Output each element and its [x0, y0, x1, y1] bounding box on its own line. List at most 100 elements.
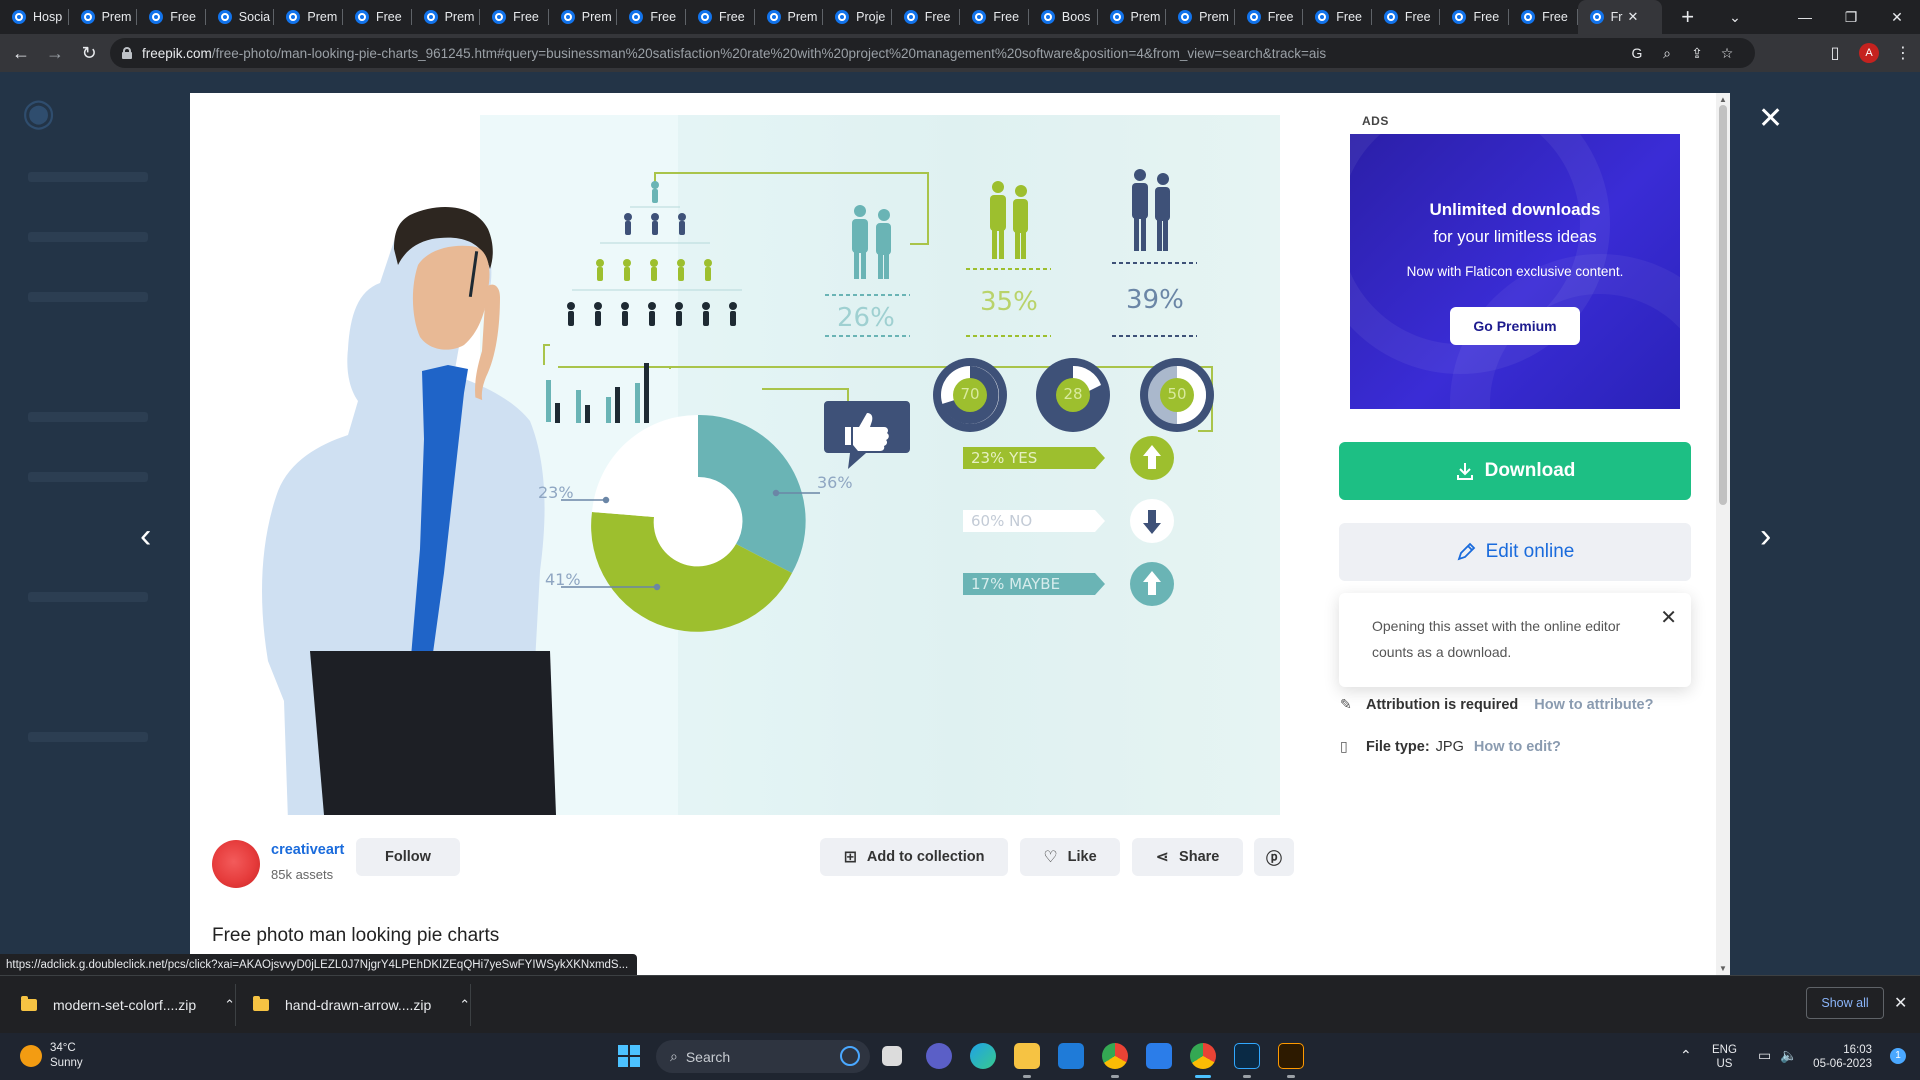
- teams-chat-icon[interactable]: [926, 1043, 952, 1069]
- browser-tab[interactable]: Prem: [1098, 0, 1167, 34]
- show-all-button[interactable]: Show all: [1806, 987, 1884, 1019]
- scrollbar-thumb[interactable]: [1719, 105, 1727, 505]
- bookmark-star-icon[interactable]: ☆: [1719, 45, 1735, 61]
- tab-search-chevron-icon[interactable]: ⌄: [1712, 9, 1758, 26]
- lock-icon[interactable]: [122, 47, 132, 59]
- browser-tab[interactable]: Free: [480, 0, 549, 34]
- download-item[interactable]: hand-drawn-arrow....zip ⌃: [253, 976, 470, 1034]
- author-avatar[interactable]: [212, 840, 260, 888]
- freepik-favicon-icon: [80, 10, 95, 24]
- edit-online-button[interactable]: Edit online: [1339, 523, 1691, 581]
- percent-36-label: 36%: [817, 473, 853, 492]
- browser-tab[interactable]: Free: [892, 0, 961, 34]
- running-indicator: [1287, 1075, 1295, 1078]
- modal-scrollbar[interactable]: ▲ ▼: [1716, 93, 1730, 975]
- browser-tab[interactable]: Prem: [69, 0, 138, 34]
- browser-tab[interactable]: Hosp: [0, 0, 69, 34]
- photoshop-icon[interactable]: [1234, 1043, 1260, 1069]
- go-premium-button[interactable]: Go Premium: [1450, 307, 1580, 345]
- scroll-up-icon[interactable]: ▲: [1719, 95, 1727, 104]
- mail-icon[interactable]: [1146, 1043, 1172, 1069]
- google-lens-icon[interactable]: G: [1629, 45, 1645, 61]
- browser-tab[interactable]: Prem: [549, 0, 618, 34]
- windows-start-icon[interactable]: [618, 1045, 640, 1067]
- browser-tab[interactable]: Free: [1235, 0, 1304, 34]
- address-bar[interactable]: freepik.com/free-photo/man-looking-pie-c…: [110, 38, 1755, 68]
- download-button[interactable]: Download: [1339, 442, 1691, 500]
- follow-button[interactable]: Follow: [356, 838, 460, 876]
- browser-tab[interactable]: Free: [617, 0, 686, 34]
- language-indicator[interactable]: ENG US: [1712, 1043, 1737, 1071]
- share-button[interactable]: ⋖ Share: [1132, 838, 1243, 876]
- author-name[interactable]: creativeart: [271, 842, 344, 858]
- illustrator-icon[interactable]: [1278, 1043, 1304, 1069]
- side-panel-icon[interactable]: ▯: [1818, 43, 1852, 63]
- language-line1: ENG: [1712, 1044, 1737, 1056]
- close-downloads-icon[interactable]: ✕: [1894, 993, 1907, 1013]
- browser-tab[interactable]: Free: [1440, 0, 1509, 34]
- browser-tab[interactable]: Free: [686, 0, 755, 34]
- premium-ad-banner[interactable]: Unlimited downloads for your limitless i…: [1350, 134, 1680, 409]
- network-icon[interactable]: ▭: [1758, 1047, 1771, 1064]
- browser-tab[interactable]: Proje: [823, 0, 892, 34]
- clock[interactable]: 16:03 05-06-2023: [1808, 1043, 1872, 1071]
- chevron-up-icon[interactable]: ⌃: [224, 997, 235, 1013]
- next-image-arrow-icon[interactable]: ›: [1760, 517, 1771, 556]
- bing-icon[interactable]: [840, 1046, 860, 1066]
- back-button[interactable]: ←: [4, 43, 38, 64]
- previous-image-arrow-icon[interactable]: ‹: [140, 517, 151, 556]
- tab-label: Proje: [856, 10, 886, 24]
- weather-widget[interactable]: 34°C Sunny: [20, 1041, 83, 1071]
- chevron-up-icon[interactable]: ⌃: [459, 997, 470, 1013]
- browser-tab[interactable]: Socia: [206, 0, 275, 34]
- taskbar-search[interactable]: ⌕ Search: [656, 1040, 870, 1073]
- browser-tab[interactable]: Free: [1509, 0, 1578, 34]
- add-to-collection-button[interactable]: ⊞ Add to collection: [820, 838, 1008, 876]
- modal-close-icon[interactable]: ✕: [1758, 104, 1783, 134]
- share-page-icon[interactable]: ⇪: [1689, 45, 1705, 61]
- how-to-attribute-link[interactable]: How to attribute?: [1534, 697, 1653, 713]
- bar-no-label: 60% NO: [971, 512, 1033, 530]
- tooltip-close-icon[interactable]: ✕: [1660, 605, 1677, 631]
- scroll-down-icon[interactable]: ▼: [1719, 964, 1727, 973]
- reload-button[interactable]: ↻: [72, 43, 106, 64]
- chrome-profile-icon[interactable]: [1102, 1043, 1128, 1069]
- speaker-muted-icon[interactable]: 🔈: [1780, 1047, 1797, 1064]
- browser-tab[interactable]: Prem: [412, 0, 481, 34]
- edge-icon[interactable]: [970, 1043, 996, 1069]
- download-item[interactable]: modern-set-colorf....zip ⌃: [21, 976, 235, 1034]
- gauge-28-label: 28: [1063, 385, 1083, 403]
- browser-tab[interactable]: Free: [137, 0, 206, 34]
- new-tab-button[interactable]: +: [1676, 4, 1700, 30]
- download-item-name: modern-set-colorf....zip: [53, 997, 197, 1013]
- browser-tab[interactable]: Free: [1303, 0, 1372, 34]
- file-explorer-icon[interactable]: [1014, 1043, 1040, 1069]
- browser-tab[interactable]: Free: [960, 0, 1029, 34]
- microsoft-store-icon[interactable]: [1058, 1043, 1084, 1069]
- how-to-edit-link[interactable]: How to edit?: [1474, 739, 1561, 755]
- like-button[interactable]: ♡ Like: [1020, 838, 1120, 876]
- notification-badge[interactable]: 1: [1890, 1048, 1906, 1064]
- browser-tab[interactable]: Prem: [755, 0, 824, 34]
- preview-photo[interactable]: 26% 35% 39% 36% 23% 41% 70 28 50 23% YES…: [250, 115, 1280, 815]
- chrome-menu-icon[interactable]: ⋮: [1886, 43, 1920, 63]
- chrome-icon[interactable]: [1190, 1043, 1216, 1069]
- browser-tab[interactable]: Boos: [1029, 0, 1098, 34]
- tab-label: Free: [513, 10, 539, 24]
- minimize-button[interactable]: —: [1782, 9, 1828, 25]
- pinterest-button[interactable]: ⓟ: [1254, 838, 1294, 876]
- forward-button[interactable]: →: [38, 43, 72, 64]
- close-tab-icon[interactable]: ✕: [1627, 9, 1638, 25]
- browser-tab-active[interactable]: Fr ✕: [1577, 0, 1662, 34]
- close-window-button[interactable]: ✕: [1874, 9, 1920, 26]
- browser-tab[interactable]: Prem: [1166, 0, 1235, 34]
- profile-avatar[interactable]: A: [1859, 43, 1879, 63]
- chevron-up-icon[interactable]: ⌃: [1680, 1047, 1692, 1064]
- url-text[interactable]: freepik.com/free-photo/man-looking-pie-c…: [142, 46, 1562, 61]
- task-view-icon[interactable]: [882, 1046, 902, 1066]
- browser-tab[interactable]: Free: [343, 0, 412, 34]
- browser-tab[interactable]: Free: [1372, 0, 1441, 34]
- restore-button[interactable]: ❐: [1828, 9, 1874, 26]
- zoom-icon[interactable]: ⌕: [1659, 45, 1675, 61]
- browser-tab[interactable]: Prem: [274, 0, 343, 34]
